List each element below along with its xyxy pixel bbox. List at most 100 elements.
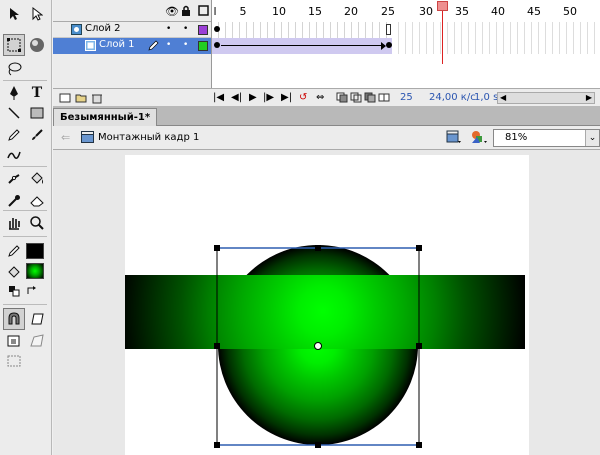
- layer-row-2[interactable]: Слой 2 • •: [53, 22, 600, 38]
- eyedropper-tool-icon[interactable]: [3, 190, 25, 212]
- center-frame-icon[interactable]: ⇔: [316, 92, 324, 103]
- pencil-tool-icon[interactable]: [3, 124, 25, 146]
- pen-tool-icon[interactable]: [3, 82, 25, 104]
- layer-2-frames[interactable]: [211, 22, 600, 38]
- swap-colors-icon[interactable]: [24, 283, 40, 299]
- zoom-tool-icon[interactable]: [26, 212, 48, 234]
- layer-name[interactable]: Слой 2: [85, 23, 121, 34]
- layer-list-empty: [53, 54, 211, 88]
- distort-icon[interactable]: [26, 330, 48, 352]
- play-icon[interactable]: ▶: [249, 92, 257, 103]
- timeline-panel: 👁 l 5 10 15 20 25 30 35 40 45 50 Слой 2 …: [53, 0, 600, 106]
- zoom-value: 81%: [505, 132, 528, 143]
- stroke-color-swatch[interactable]: [26, 243, 44, 259]
- stage-canvas[interactable]: [125, 155, 529, 455]
- stage-artwork: [125, 245, 525, 448]
- flash-app: T 👁 l 5 10 15 20 25 30 35 40 45 50 Слой …: [0, 0, 600, 455]
- fill-color-icon[interactable]: [3, 262, 25, 284]
- text-tool-icon[interactable]: T: [26, 82, 48, 104]
- lock-dot[interactable]: •: [183, 40, 188, 50]
- onion-markers-icon[interactable]: [378, 92, 390, 106]
- frame-rate-readout[interactable]: 24,00 к/с: [429, 92, 476, 103]
- ruler-number: 35: [455, 5, 469, 18]
- timeline-footer: |◀ ◀| ▶ |▶ ▶| ↺ ⇔ 25 24,00 к/с 1,0 s ◀ ▶: [53, 88, 600, 106]
- subselection-tool-icon[interactable]: [26, 3, 48, 25]
- free-transform-tool-icon[interactable]: [3, 34, 25, 56]
- edit-multiple-frames-icon[interactable]: [364, 92, 376, 106]
- pencil-edit-icon: [148, 40, 159, 54]
- tween-arrow-line: [221, 45, 385, 46]
- ruler-number: 10: [272, 5, 286, 18]
- fill-color-swatch[interactable]: [26, 263, 44, 279]
- edit-bar: ⇐ Монтажный кадр 1 81% ⌄: [53, 126, 600, 150]
- ruler-number: 50: [563, 5, 577, 18]
- zoom-select[interactable]: 81% ⌄: [493, 129, 600, 147]
- prev-frame-icon[interactable]: ◀|: [231, 92, 242, 103]
- stroke-color-icon[interactable]: [3, 240, 25, 262]
- new-folder-icon[interactable]: [75, 92, 87, 107]
- lock-icon[interactable]: [181, 5, 191, 20]
- chevron-down-icon[interactable]: ⌄: [585, 130, 599, 146]
- eraser-tool-icon[interactable]: [26, 190, 48, 212]
- default-colors-icon[interactable]: [6, 283, 22, 299]
- deco-tool-icon[interactable]: [3, 144, 25, 166]
- timeline-ruler[interactable]: l 5 10 15 20 25 30 35 40 45 50: [211, 0, 600, 22]
- loop-icon[interactable]: ↺: [299, 92, 307, 103]
- gradient-transform-tool-icon[interactable]: [26, 34, 48, 56]
- layer-row-1[interactable]: Слой 1 • •: [53, 38, 600, 54]
- snap-magnet-icon[interactable]: [3, 308, 25, 330]
- envelope-icon[interactable]: [3, 350, 25, 372]
- hand-tool-icon[interactable]: [3, 212, 25, 234]
- layer-name[interactable]: Слой 1: [99, 39, 135, 50]
- bone-tool-icon[interactable]: [3, 168, 25, 190]
- line-tool-icon[interactable]: [3, 102, 25, 124]
- edit-symbols-icon[interactable]: [470, 130, 488, 148]
- visibility-dot[interactable]: •: [166, 40, 171, 50]
- rectangle-tool-icon[interactable]: [26, 102, 48, 124]
- edit-scene-icon[interactable]: [446, 130, 462, 148]
- gradient-rectangle[interactable]: [125, 275, 525, 349]
- next-frame-icon[interactable]: |▶: [263, 92, 274, 103]
- layer-color-square[interactable]: [198, 41, 208, 51]
- playhead[interactable]: [437, 1, 448, 11]
- ruler-number: l: [213, 5, 217, 18]
- visibility-dot[interactable]: •: [166, 24, 171, 34]
- ruler-number: 20: [344, 5, 358, 18]
- scene-name[interactable]: Монтажный кадр 1: [98, 132, 199, 143]
- lasso-tool-icon[interactable]: [3, 58, 25, 80]
- layer-color-square[interactable]: [198, 25, 208, 35]
- layer-icon: [85, 40, 96, 54]
- timeline-header: 👁 l 5 10 15 20 25 30 35 40 45 50: [53, 0, 600, 22]
- lock-dot[interactable]: •: [183, 24, 188, 34]
- onion-outlines-icon[interactable]: [350, 92, 362, 106]
- elapsed-time-readout[interactable]: 1,0 s: [474, 92, 498, 103]
- timeline-hscrollbar[interactable]: ◀ ▶: [497, 92, 595, 104]
- layer-1-frames[interactable]: [211, 38, 600, 54]
- ruler-number: 25: [381, 5, 395, 18]
- scroll-right-icon[interactable]: ▶: [586, 93, 592, 102]
- playhead-line: [442, 8, 443, 64]
- back-arrow-icon[interactable]: ⇐: [61, 131, 70, 144]
- paint-bucket-tool-icon[interactable]: [26, 168, 48, 190]
- ruler-number: 5: [239, 5, 247, 18]
- scroll-left-icon[interactable]: ◀: [500, 93, 506, 102]
- brush-tool-icon[interactable]: [26, 124, 48, 146]
- empty-frames: [392, 22, 600, 38]
- onion-skin-icon[interactable]: [336, 92, 348, 106]
- selection-tool-icon[interactable]: [3, 3, 25, 25]
- scale-icon[interactable]: [3, 330, 25, 352]
- stage-area[interactable]: [53, 150, 600, 455]
- delete-layer-icon[interactable]: [91, 92, 103, 107]
- frames-empty-area: [211, 54, 600, 88]
- last-frame-icon[interactable]: ▶|: [281, 92, 292, 103]
- ruler-number: 15: [308, 5, 322, 18]
- frame-span: [212, 22, 388, 38]
- layer-icon: [71, 24, 82, 38]
- document-tab[interactable]: Безымянный-1*: [53, 108, 158, 126]
- current-frame-readout[interactable]: 25: [400, 92, 413, 103]
- rotate-skew-icon[interactable]: [26, 308, 48, 330]
- first-frame-icon[interactable]: |◀: [213, 92, 224, 103]
- empty-frames: [392, 38, 600, 54]
- new-layer-icon[interactable]: [59, 92, 71, 107]
- eye-icon[interactable]: 👁: [165, 5, 179, 18]
